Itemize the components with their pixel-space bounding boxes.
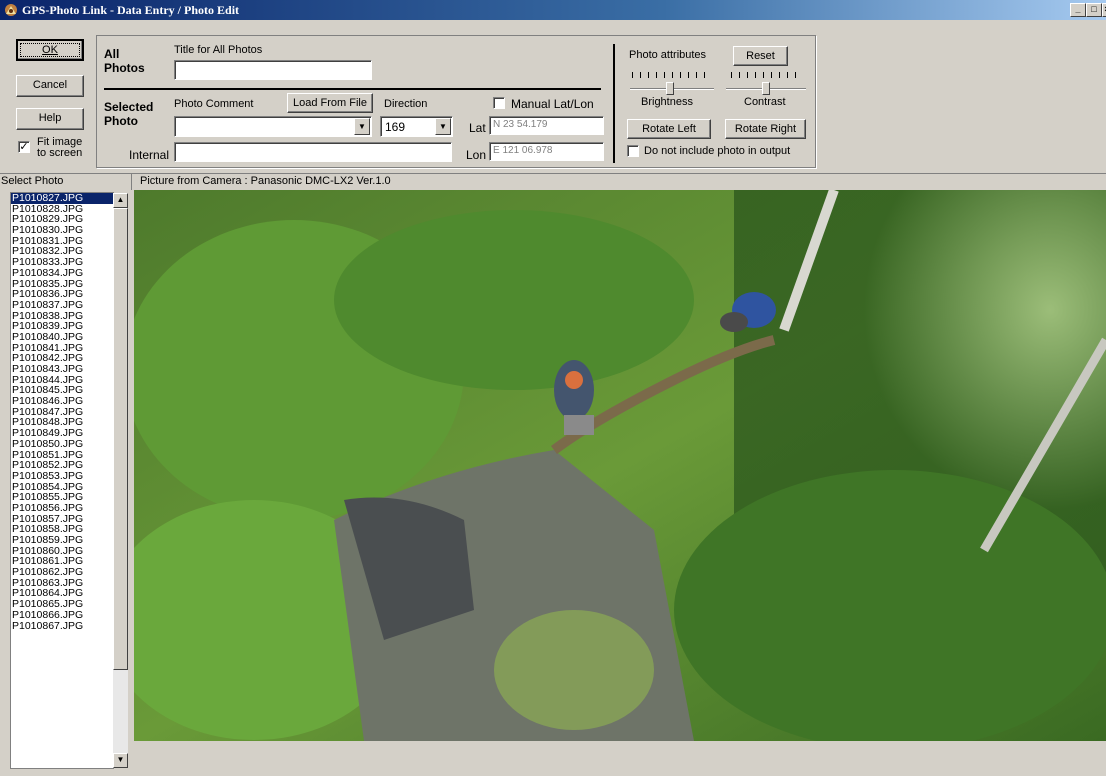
photo-preview [134,190,1106,741]
all-photos-label: All Photos [104,47,145,75]
contrast-ticks [731,72,803,78]
header-separator [131,174,132,190]
photo-attributes-label: Photo attributes [629,49,707,61]
rotate-right-button[interactable]: Rotate Right [725,119,806,139]
contrast-slider[interactable] [762,82,770,95]
title-all-photos-label: Title for All Photos [174,44,263,56]
app-icon [3,2,19,18]
internal-input[interactable] [174,142,452,162]
photo-list-item[interactable]: P1010853.JPG [11,471,113,482]
lon-label: Lon [466,148,487,162]
photo-list-item[interactable]: P1010850.JPG [11,438,113,450]
selected-photo-label: Selected Photo [104,100,154,128]
comment-dropdown-arrow[interactable]: ▼ [354,118,370,135]
select-photo-header: Select Photo [1,175,64,187]
cancel-button[interactable]: Cancel [16,75,84,97]
photo-list[interactable]: P1010827.JPG P1010828.JPG P1010829.JPG P101… [10,192,114,769]
photo-comment-label: Photo Comment [174,98,254,110]
photo-list-item[interactable]: P1010837.JPG [11,300,113,311]
photo-comment-select[interactable] [174,116,372,137]
photo-list-item[interactable]: P1010834.JPG [11,267,113,279]
reset-button[interactable]: Reset [733,46,788,66]
photo-list-scrollbar[interactable]: ▲ ▼ [113,193,128,768]
scroll-down-button[interactable]: ▼ [113,753,128,768]
direction-label: Direction [384,98,428,110]
title-all-photos-input[interactable] [174,60,372,80]
picture-header: Picture from Camera : Panasonic DMC-LX2 … [140,175,391,187]
scroll-thumb[interactable] [113,208,128,670]
lon-input[interactable]: E 121 06.978 [489,142,604,161]
direction-dropdown-arrow[interactable]: ▼ [435,118,451,135]
exclude-photo-checkbox[interactable] [627,145,639,157]
lat-input[interactable]: N 23 54.179 [489,116,604,135]
section-divider [104,88,601,90]
close-button[interactable]: × [1102,3,1106,17]
internal-label: Internal [129,148,170,162]
scroll-up-button[interactable]: ▲ [113,193,128,208]
attributes-divider [613,44,615,163]
fit-image-label: Fit image to screen [37,136,83,159]
lat-label: Lat [469,121,486,135]
manual-latlon-label: Manual Lat/Lon [511,97,594,111]
rotate-left-button[interactable]: Rotate Left [627,119,711,139]
header-divider [0,173,1106,174]
brightness-slider[interactable] [666,82,674,95]
load-from-file-button[interactable]: Load From File [287,93,373,113]
exclude-photo-label: Do not include photo in output [644,145,791,157]
photo-bottom-area [134,741,1106,776]
contrast-label: Contrast [744,96,786,108]
maximize-button[interactable]: □ [1086,3,1102,17]
help-button[interactable]: Help [16,108,84,130]
photo-list-item[interactable]: P1010866.JPG [11,609,113,621]
photo-list-item[interactable]: P1010867.JPG [11,620,113,632]
brightness-ticks [632,72,712,78]
ok-button[interactable]: OK [16,39,84,61]
manual-latlon-checkbox[interactable] [493,97,505,109]
minimize-button[interactable]: _ [1070,3,1086,17]
fit-image-checkbox[interactable]: ✓ [18,141,30,153]
window-title: GPS-Photo Link - Data Entry / Photo Edit [22,3,240,17]
brightness-label: Brightness [641,96,693,108]
